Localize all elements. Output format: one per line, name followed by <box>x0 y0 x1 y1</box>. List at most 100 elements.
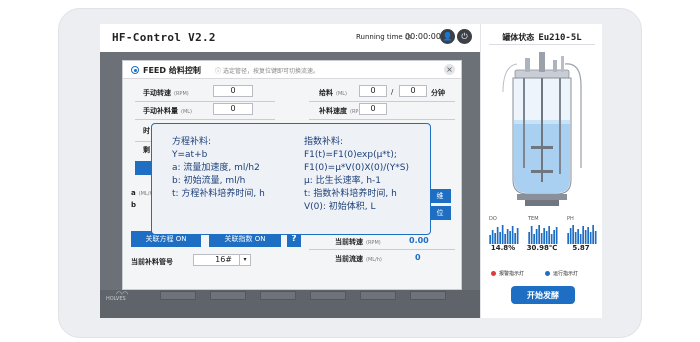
sparkline-bar <box>499 232 501 244</box>
sparkline-bar <box>516 228 519 244</box>
sparkline-bar <box>592 225 594 244</box>
divider <box>309 249 455 250</box>
sparkline-bar <box>535 229 538 244</box>
help-line: 方程补料: <box>172 137 212 147</box>
info-icon: ⓘ <box>215 68 222 75</box>
chevron-down-icon: ▾ <box>243 256 247 263</box>
close-button[interactable]: × <box>444 64 455 75</box>
feed-amount-input[interactable]: 0 <box>359 85 387 97</box>
help-line: t: 指数补料培养时间, h <box>304 189 397 199</box>
sparkline-bar <box>587 227 589 244</box>
help-line: F1(t)=F1(0)exp(μ*t); <box>304 150 397 160</box>
sparkline-bar <box>489 235 491 244</box>
sparkline-bar <box>553 230 555 244</box>
sparkline-bar <box>545 231 548 244</box>
sparkline-bar <box>540 233 543 244</box>
user-icon: 👤 <box>442 32 453 41</box>
help-line: 指数补料: <box>304 137 344 147</box>
brand-name: HOLVES <box>106 296 126 302</box>
tube-label: 当前补料管号 <box>131 258 173 266</box>
help-line: Y=at+b <box>172 150 208 160</box>
tem-value: 30.98℃ <box>526 244 558 252</box>
tem-sparkline <box>528 225 558 244</box>
help-line: V(0): 初始体积, L <box>304 202 376 212</box>
sparkline-bar <box>584 230 587 244</box>
nav-tab-5[interactable] <box>360 291 396 300</box>
sparkline-bar <box>491 230 494 244</box>
formula-help-popup: 方程补料: Y=at+b a: 流量加速度, ml/h2 b: 初始流量, ml… <box>151 123 431 235</box>
feed-panel-title: FEED 给料控制 <box>143 66 201 75</box>
side-button-top[interactable]: 维 <box>429 189 451 203</box>
divider <box>135 101 275 102</box>
sparkline-bar <box>569 228 572 244</box>
help-line: μ: 比生长速率, h-1 <box>304 176 382 186</box>
slash: / <box>391 88 394 96</box>
nav-tab-1[interactable] <box>160 291 196 300</box>
bottom-nav <box>100 290 480 318</box>
ph-sparkline <box>567 225 597 244</box>
current-speed-label: 当前转速 (RPM) <box>335 238 381 246</box>
tem-label: TEM <box>528 216 539 222</box>
feed-amount-label: 给料 (ML) <box>319 89 348 97</box>
help-line: t: 方程补料培养时间, h <box>172 189 265 199</box>
param-b-label: b <box>131 201 137 209</box>
top-bar: HF-Control V2.2 Running time ◷ 00:00:00 … <box>100 24 480 52</box>
power-button[interactable]: ⏻ <box>457 29 472 44</box>
ph-metric: PH 5.87 <box>563 216 599 252</box>
time-label: 时 <box>143 127 150 135</box>
do-sparkline <box>489 225 519 244</box>
help-line: b: 初始流量, ml/h <box>172 176 246 186</box>
power-icon: ⏻ <box>461 31 468 41</box>
side-button-bottom[interactable]: 位 <box>429 206 451 220</box>
ph-value: 5.87 <box>572 244 590 252</box>
close-icon: × <box>446 65 453 74</box>
divider <box>309 119 455 120</box>
feed-panel-header: FEED 给料控制 ⓘ 选定管径，按复位键即可切换流速。 × <box>123 61 461 79</box>
manual-speed-input[interactable]: 0 <box>213 85 253 97</box>
sparkline-bar <box>506 229 509 244</box>
sparkline-bar <box>494 233 496 244</box>
nav-tab-4[interactable] <box>310 291 346 300</box>
tank-panel: 罐体状态 Eu210-5L DO 14.8% TEM 30.98℃ PH 5.8… <box>480 24 602 318</box>
tube-select[interactable]: 16# <box>193 254 241 266</box>
manual-feed-input[interactable]: 0 <box>213 103 253 115</box>
sparkline-bar <box>504 234 506 244</box>
feed-speed-label: 补料速度 (RPM) <box>319 107 365 115</box>
nav-tab-6[interactable] <box>410 291 446 300</box>
divider <box>309 101 455 102</box>
ph-label: PH <box>567 216 574 222</box>
feed-speed-input[interactable]: 0 <box>359 103 387 115</box>
feed-minutes-input[interactable]: 0 <box>399 85 427 97</box>
start-fermentation-button[interactable]: 开始发酵 <box>511 286 575 304</box>
sparkline-bar <box>509 231 511 244</box>
user-button[interactable]: 👤 <box>440 29 455 44</box>
tem-metric: TEM 30.98℃ <box>524 216 560 252</box>
feed-panel-hint: ⓘ 选定管径，按复位键即可切换流速。 <box>215 68 319 75</box>
sparkline-bar <box>528 232 530 244</box>
running-time-value: 00:00:00 <box>405 32 441 41</box>
sparkline-bar <box>501 225 504 244</box>
sparkline-bar <box>579 234 582 244</box>
tank-status-title: 罐体状态 Eu210-5L <box>502 33 582 43</box>
bioreactor-illustration <box>502 52 582 206</box>
sparkline-bar <box>589 232 592 244</box>
feed-radio[interactable] <box>131 66 139 74</box>
nav-tab-3[interactable] <box>260 291 296 300</box>
sparkline-bar <box>577 229 579 244</box>
current-flow-label: 当前流速 (ML/h) <box>335 255 382 263</box>
run-indicator: 运行指示灯 <box>545 270 578 277</box>
current-speed-value: 0.00 <box>409 236 429 245</box>
sparkline-bar <box>572 225 574 244</box>
do-metric: DO 14.8% <box>485 216 521 252</box>
manual-feed-label: 手动补料量 (ML) <box>143 107 193 115</box>
sparkline-bar <box>555 227 558 244</box>
sparkline-bar <box>514 233 516 244</box>
sparkline-bar <box>550 234 553 244</box>
sparkline-bar <box>567 233 569 244</box>
run-light-icon <box>545 271 550 276</box>
nav-tab-2[interactable] <box>210 291 246 300</box>
sparkline-bar <box>538 225 540 244</box>
tube-dropdown-button[interactable]: ▾ <box>239 254 251 266</box>
sparkline-bar <box>543 228 545 244</box>
sparkline-bar <box>533 234 535 244</box>
